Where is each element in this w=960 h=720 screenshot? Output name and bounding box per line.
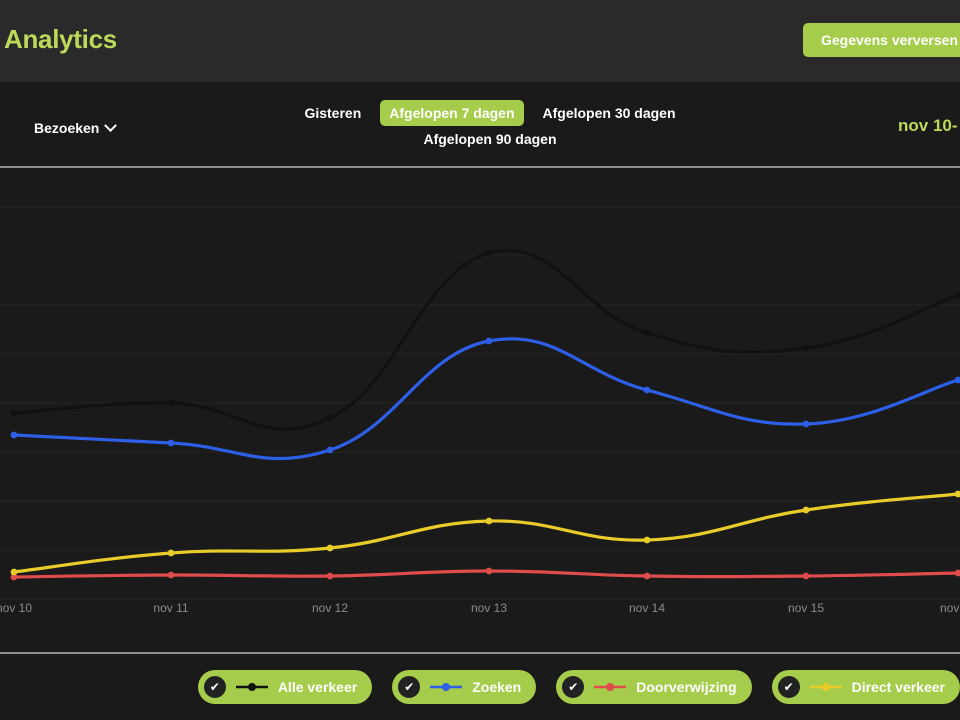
tab-range-0[interactable]: Gisteren bbox=[295, 100, 370, 126]
series-marker-icon bbox=[430, 683, 463, 691]
legend-item-label: Zoeken bbox=[472, 679, 522, 695]
refresh-data-button[interactable]: Gegevens verversen bbox=[803, 23, 960, 57]
tab-label: Gisteren bbox=[304, 105, 362, 121]
x-axis-tick-label: nov 11 bbox=[153, 601, 189, 615]
tab-label: Afgelopen 7 dagen bbox=[389, 105, 515, 121]
series-marker-icon bbox=[235, 683, 268, 691]
x-axis-tick-label: nov 14 bbox=[628, 601, 666, 615]
chevron-down-icon bbox=[104, 118, 118, 132]
chart-legend: ✔ Alle verkeer ✔ Zoeken ✔ Doorverwijzing ✔ Dire… bbox=[0, 654, 960, 720]
check-icon[interactable]: ✔ bbox=[562, 676, 585, 698]
top-header: Analytics Gegevens verversen bbox=[0, 0, 960, 82]
x-axis-tick-label: nov 13 bbox=[470, 601, 508, 615]
legend-item-3[interactable]: ✔ Direct verkeer bbox=[771, 670, 960, 704]
chart-canvas: nov 10 nov 11 nov 12 nov 13 nov 14 nov 15 nov … bbox=[0, 168, 960, 652]
check-icon[interactable]: ✔ bbox=[777, 676, 800, 698]
legend-item-1[interactable]: ✔ Zoeken bbox=[392, 670, 537, 704]
page-title: Analytics bbox=[4, 24, 117, 54]
check-icon[interactable]: ✔ bbox=[398, 676, 421, 698]
tab-range-3[interactable]: Afgelopen 90 dagen bbox=[414, 126, 565, 152]
x-axis-tick-label: nov 10 bbox=[0, 601, 33, 615]
date-range-label: nov 10- bbox=[898, 116, 958, 135]
legend-item-2[interactable]: ✔ Doorverwijzing bbox=[556, 670, 752, 704]
metric-selector[interactable]: Bezoeken bbox=[34, 118, 118, 136]
legend-item-label: Doorverwijzing bbox=[636, 679, 737, 695]
metric-selector-label: Bezoeken bbox=[34, 120, 100, 136]
x-axis-tick-label: nov 15 bbox=[787, 601, 825, 615]
analytics-dashboard: Analytics Gegevens verversen Bezoeken Gi… bbox=[0, 0, 960, 720]
legend-item-label: Alle verkeer bbox=[277, 679, 358, 695]
legend-item-label: Direct verkeer bbox=[851, 679, 945, 695]
x-axis-tick-label: nov 12 bbox=[311, 601, 349, 615]
x-axis-labels: nov 10 nov 11 nov 12 nov 13 nov 14 nov 15 nov … bbox=[0, 168, 960, 652]
check-icon[interactable]: ✔ bbox=[203, 676, 226, 698]
series-marker-icon bbox=[809, 683, 842, 691]
legend-item-0[interactable]: ✔ Alle verkeer bbox=[197, 670, 373, 704]
tab-range-1[interactable]: Afgelopen 7 dagen bbox=[380, 100, 524, 126]
tab-label: Afgelopen 30 dagen bbox=[542, 105, 676, 121]
tab-range-2[interactable]: Afgelopen 30 dagen bbox=[534, 100, 685, 126]
tab-label: Afgelopen 90 dagen bbox=[423, 131, 557, 147]
series-marker-icon bbox=[594, 683, 627, 691]
date-range-tabs: Gisteren Afgelopen 7 dagen Afgelopen 30 da… bbox=[295, 100, 685, 152]
x-axis-tick-label: nov 16 bbox=[939, 601, 960, 615]
